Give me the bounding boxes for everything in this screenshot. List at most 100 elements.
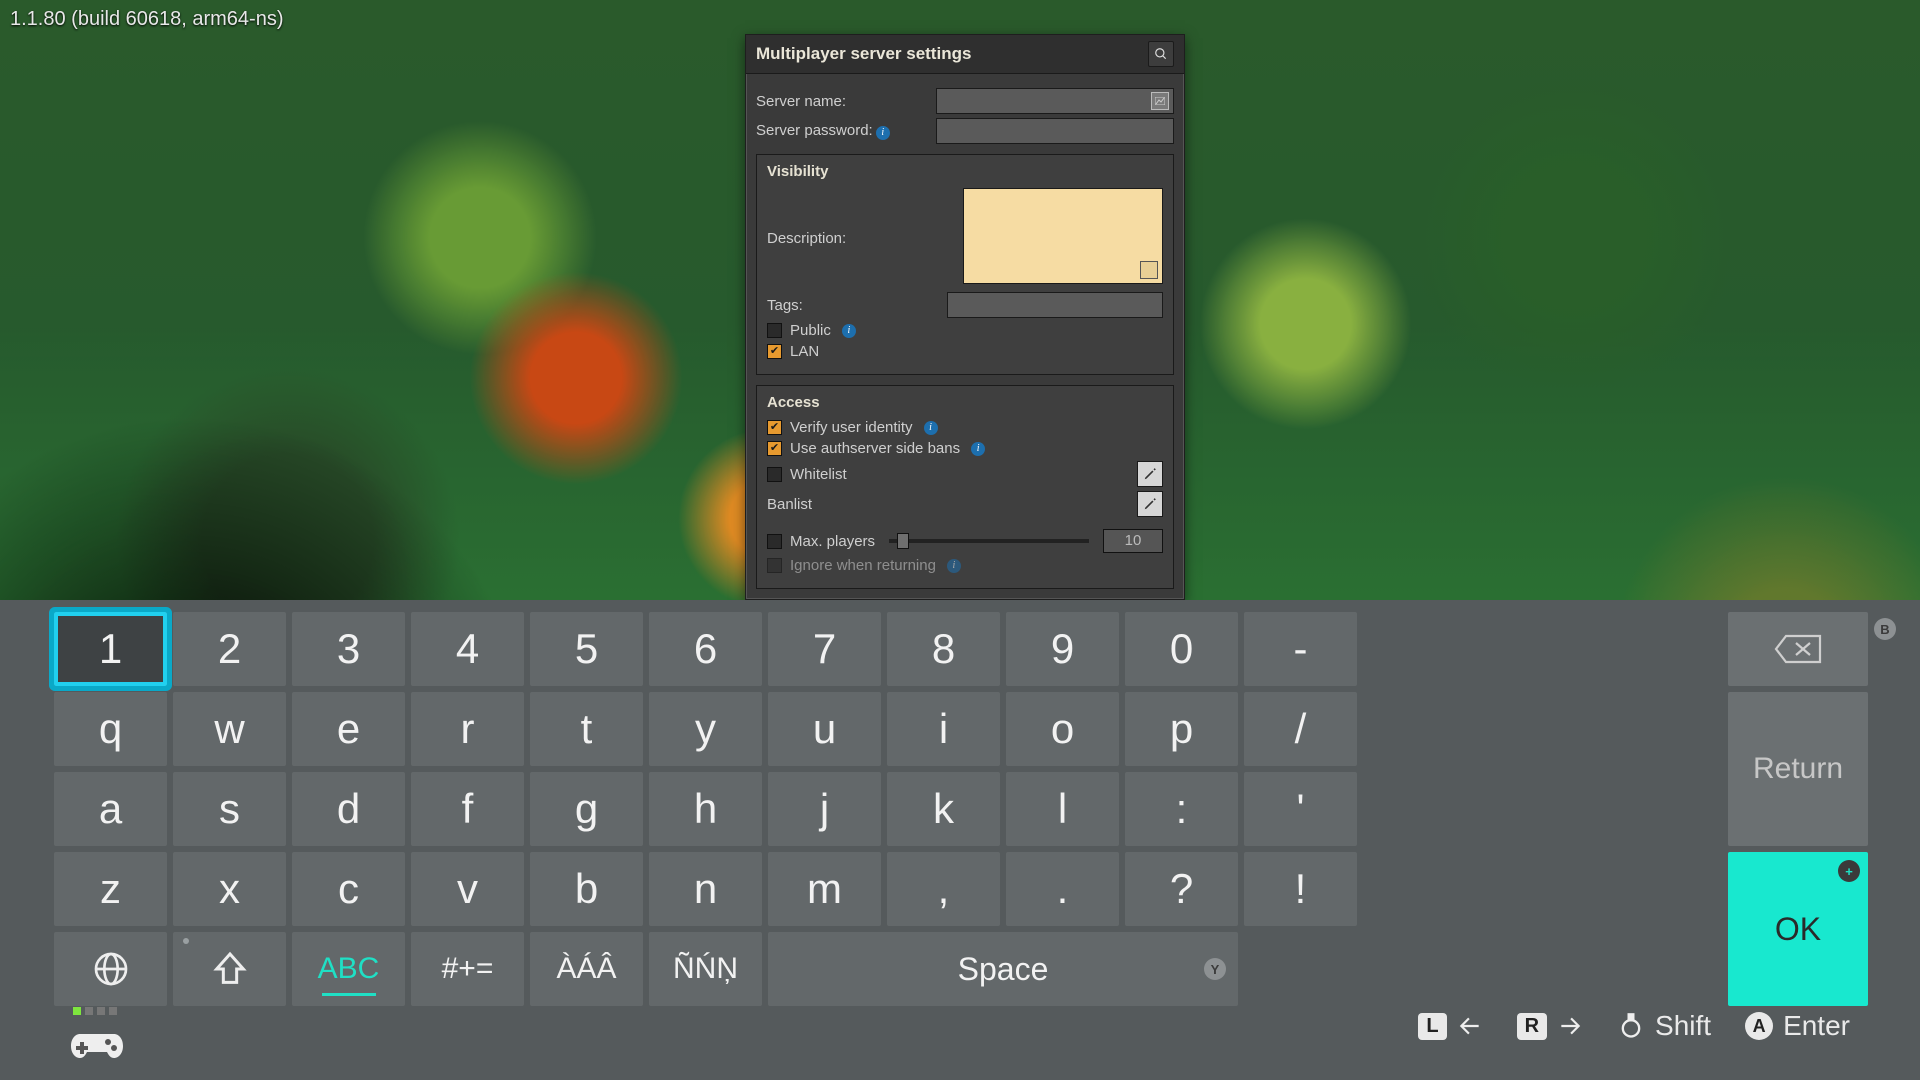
key-1[interactable]: 1	[54, 612, 167, 686]
key-s[interactable]: s	[173, 772, 286, 846]
key-k[interactable]: k	[887, 772, 1000, 846]
visibility-section: Visibility Description: Tags: Public i L…	[756, 154, 1174, 375]
key-:[interactable]: :	[1125, 772, 1238, 846]
key-x[interactable]: x	[173, 852, 286, 926]
space-label: Space	[958, 951, 1049, 988]
key-0[interactable]: 0	[1125, 612, 1238, 686]
key-2[interactable]: 2	[173, 612, 286, 686]
key-l[interactable]: l	[1006, 772, 1119, 846]
key-.[interactable]: .	[1006, 852, 1119, 926]
dialog-title: Multiplayer server settings	[756, 44, 971, 64]
key-/[interactable]: /	[1244, 692, 1357, 766]
ignore-returning-label: Ignore when returning	[790, 557, 936, 574]
hint-shift: Shift	[1617, 1010, 1711, 1042]
description-input[interactable]	[963, 188, 1163, 284]
access-section: Access Verify user identity i Use authse…	[756, 385, 1174, 589]
maxplayers-label: Max. players	[790, 533, 875, 550]
lan-checkbox[interactable]: LAN	[767, 343, 1163, 360]
maxplayers-value[interactable]: 10	[1103, 529, 1163, 553]
ok-key[interactable]: OK +	[1728, 852, 1868, 1006]
key-f[interactable]: f	[411, 772, 524, 846]
key-z[interactable]: z	[54, 852, 167, 926]
key-![interactable]: !	[1244, 852, 1357, 926]
key-m[interactable]: m	[768, 852, 881, 926]
access-header: Access	[767, 394, 1163, 411]
slider-thumb-icon	[897, 533, 909, 549]
checkbox-icon	[767, 344, 782, 359]
verify-label: Verify user identity	[790, 419, 913, 436]
key-3[interactable]: 3	[292, 612, 405, 686]
verify-checkbox[interactable]: Verify user identity i	[767, 419, 1163, 436]
key-7[interactable]: 7	[768, 612, 881, 686]
checkbox-icon	[767, 323, 782, 338]
whitelist-checkbox[interactable]: Whitelist	[767, 461, 1163, 487]
multiplayer-settings-dialog: Multiplayer server settings Server name:…	[745, 34, 1185, 600]
key-?[interactable]: ?	[1125, 852, 1238, 926]
whitelist-label: Whitelist	[790, 466, 847, 483]
key-4[interactable]: 4	[411, 612, 524, 686]
key-j[interactable]: j	[768, 772, 881, 846]
pencil-icon[interactable]	[1137, 491, 1163, 517]
return-key[interactable]: Return	[1728, 692, 1868, 846]
visibility-header: Visibility	[767, 163, 1163, 180]
server-name-input[interactable]	[936, 88, 1174, 114]
hint-r-right: R	[1517, 1013, 1583, 1040]
public-checkbox[interactable]: Public i	[767, 322, 1163, 339]
key-i[interactable]: i	[887, 692, 1000, 766]
key-y[interactable]: y	[649, 692, 762, 766]
key-'[interactable]: '	[1244, 772, 1357, 846]
checkbox-icon	[767, 420, 782, 435]
authbans-label: Use authserver side bans	[790, 440, 960, 457]
description-label: Description:	[767, 230, 947, 247]
key-v[interactable]: v	[411, 852, 524, 926]
key-p[interactable]: p	[1125, 692, 1238, 766]
image-icon[interactable]	[1140, 261, 1158, 279]
key-n[interactable]: n	[649, 852, 762, 926]
hint-l-left: L	[1418, 1013, 1482, 1040]
server-name-label: Server name:	[756, 93, 936, 110]
key-,[interactable]: ,	[887, 852, 1000, 926]
b-badge-icon: B	[1874, 618, 1896, 640]
key-c[interactable]: c	[292, 852, 405, 926]
y-badge-icon: Y	[1204, 958, 1226, 980]
key-h[interactable]: h	[649, 772, 762, 846]
lan-label: LAN	[790, 343, 819, 360]
ignore-returning-checkbox[interactable]: Ignore when returning i	[767, 557, 1163, 574]
authbans-checkbox[interactable]: Use authserver side bans i	[767, 440, 1163, 457]
info-icon[interactable]: i	[971, 442, 985, 456]
dialog-titlebar: Multiplayer server settings	[746, 35, 1184, 74]
tags-input[interactable]	[947, 292, 1163, 318]
server-password-input[interactable]	[936, 118, 1174, 144]
pencil-icon[interactable]	[1137, 461, 1163, 487]
key-5[interactable]: 5	[530, 612, 643, 686]
maxplayers-slider[interactable]	[889, 539, 1089, 543]
key-9[interactable]: 9	[1006, 612, 1119, 686]
key-w[interactable]: w	[173, 692, 286, 766]
maxplayers-checkbox[interactable]: Max. players	[767, 533, 875, 550]
key-o[interactable]: o	[1006, 692, 1119, 766]
backspace-key[interactable]: B	[1728, 612, 1868, 686]
controller-icon	[70, 990, 124, 1062]
info-icon[interactable]: i	[876, 126, 890, 140]
key-g[interactable]: g	[530, 772, 643, 846]
checkbox-icon	[767, 441, 782, 456]
key--[interactable]: -	[1244, 612, 1357, 686]
search-icon[interactable]	[1148, 41, 1174, 67]
key-8[interactable]: 8	[887, 612, 1000, 686]
info-icon[interactable]: i	[947, 559, 961, 573]
key-b[interactable]: b	[530, 852, 643, 926]
info-icon[interactable]: i	[842, 324, 856, 338]
info-icon[interactable]: i	[924, 421, 938, 435]
ok-label: OK	[1775, 911, 1821, 948]
server-password-label: Server password:i	[756, 122, 936, 140]
key-e[interactable]: e	[292, 692, 405, 766]
key-d[interactable]: d	[292, 772, 405, 846]
key-a[interactable]: a	[54, 772, 167, 846]
key-t[interactable]: t	[530, 692, 643, 766]
hint-enter: A Enter	[1745, 1010, 1850, 1042]
image-icon[interactable]	[1151, 92, 1169, 110]
key-6[interactable]: 6	[649, 612, 762, 686]
key-r[interactable]: r	[411, 692, 524, 766]
key-u[interactable]: u	[768, 692, 881, 766]
key-q[interactable]: q	[54, 692, 167, 766]
